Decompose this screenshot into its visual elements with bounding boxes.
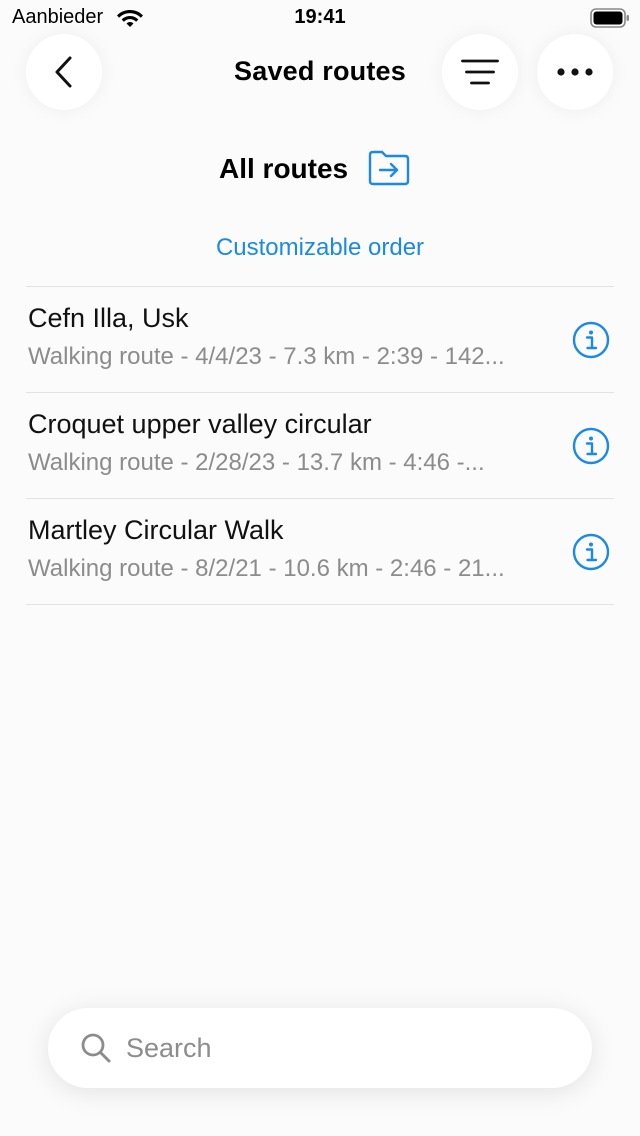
route-details: Walking route - 8/2/21 - 10.6 km - 2:46 …	[28, 555, 505, 582]
route-name: Croquet upper valley circular	[28, 409, 372, 439]
sort-filter-button[interactable]	[442, 34, 518, 110]
folder-title: All routes	[219, 153, 349, 184]
status-bar: Aanbieder 19:41	[0, 0, 640, 36]
info-icon[interactable]	[572, 321, 610, 359]
info-icon[interactable]	[572, 427, 610, 465]
folder-row: All routes	[0, 150, 640, 190]
list-item[interactable]: Martley Circular Walk Walking route - 8/…	[26, 499, 614, 604]
search-bar[interactable]	[48, 1008, 592, 1088]
search-input[interactable]	[126, 1028, 566, 1068]
customizable-order-link[interactable]: Customizable order	[0, 234, 640, 262]
route-details: Walking route - 4/4/23 - 7.3 km - 2:39 -…	[28, 343, 505, 370]
route-details: Walking route - 2/28/23 - 13.7 km - 4:46…	[28, 449, 485, 476]
route-name: Cefn Illa, Usk	[28, 303, 189, 333]
screen: Aanbieder 19:41 Saved routes All routes …	[0, 0, 640, 1136]
route-list: Cefn Illa, Usk Walking route - 4/4/23 - …	[26, 286, 614, 605]
ellipsis-icon	[557, 68, 593, 76]
clock: 19:41	[294, 6, 346, 28]
more-options-button[interactable]	[537, 34, 613, 110]
search-icon	[81, 1033, 111, 1063]
sort-lines-icon	[461, 59, 499, 85]
route-name: Martley Circular Walk	[28, 515, 284, 545]
divider	[26, 604, 614, 605]
list-item[interactable]: Cefn Illa, Usk Walking route - 4/4/23 - …	[26, 287, 614, 392]
list-item[interactable]: Croquet upper valley circular Walking ro…	[26, 393, 614, 498]
info-icon[interactable]	[572, 533, 610, 571]
battery-icon	[590, 8, 629, 28]
folder-arrow-icon[interactable]	[368, 150, 410, 186]
